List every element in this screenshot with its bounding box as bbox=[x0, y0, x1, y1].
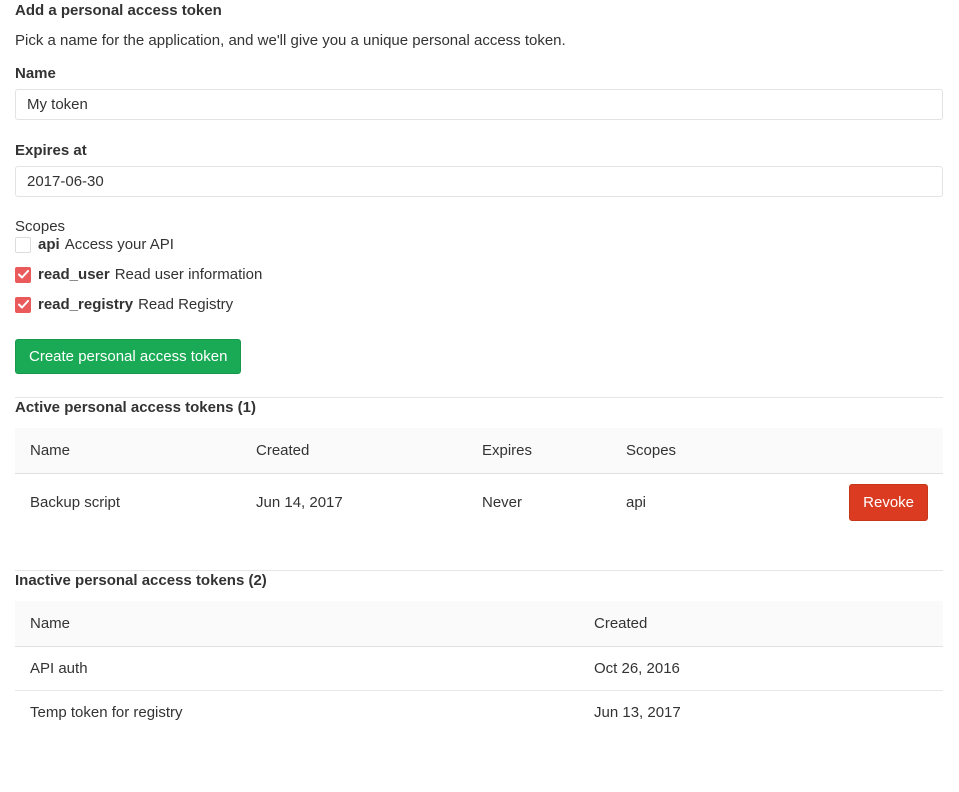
scope-read_registry-description: Read Registry bbox=[138, 295, 233, 314]
column-header-actions bbox=[766, 428, 943, 474]
token-name-cell: Temp token for registry bbox=[15, 691, 579, 735]
create-token-button[interactable]: Create personal access token bbox=[15, 339, 241, 374]
personal-access-tokens-page: Add a personal access token Pick a name … bbox=[15, 0, 943, 734]
active-tokens-table: Name Created Expires Scopes Backup scrip… bbox=[15, 428, 943, 531]
token-expires-cell: Never bbox=[467, 474, 611, 532]
check-icon bbox=[18, 300, 29, 309]
token-name-cell: Backup script bbox=[15, 474, 241, 532]
column-header-expires: Expires bbox=[467, 428, 611, 474]
scopes-label: Scopes bbox=[15, 218, 65, 235]
scope-read_user-checkbox[interactable] bbox=[15, 267, 31, 283]
table-row: API auth Oct 26, 2016 bbox=[15, 647, 943, 691]
scope-row-read_registry[interactable]: read_registry Read Registry bbox=[15, 295, 943, 314]
scope-read_user-name: read_user bbox=[38, 265, 110, 284]
column-header-scopes: Scopes bbox=[611, 428, 766, 474]
expires-at-input[interactable] bbox=[15, 166, 943, 197]
scope-read_registry-checkbox[interactable] bbox=[15, 297, 31, 313]
scope-api-checkbox[interactable] bbox=[15, 237, 31, 253]
table-row: Backup script Jun 14, 2017 Never api Rev… bbox=[15, 474, 943, 532]
inactive-tokens-table: Name Created API auth Oct 26, 2016 Temp … bbox=[15, 601, 943, 734]
column-header-created: Created bbox=[579, 601, 943, 647]
token-created-cell: Oct 26, 2016 bbox=[579, 647, 943, 691]
revoke-button[interactable]: Revoke bbox=[849, 484, 928, 521]
scope-api-description: Access your API bbox=[65, 235, 174, 254]
scope-read_user-description: Read user information bbox=[115, 265, 263, 284]
scope-row-read_user[interactable]: read_user Read user information bbox=[15, 265, 943, 284]
active-tokens-header-row: Name Created Expires Scopes bbox=[15, 428, 943, 474]
active-tokens-section: Active personal access tokens (1) Name C… bbox=[15, 398, 943, 531]
scopes-group: Scopes api Access your API read_user Rea… bbox=[15, 218, 943, 314]
column-header-created: Created bbox=[241, 428, 467, 474]
expires-at-label: Expires at bbox=[15, 141, 943, 160]
token-created-cell: Jun 13, 2017 bbox=[579, 691, 943, 735]
add-token-description: Pick a name for the application, and we'… bbox=[15, 31, 943, 50]
inactive-tokens-title: Inactive personal access tokens (2) bbox=[15, 571, 943, 590]
name-form-group: Name bbox=[15, 64, 943, 120]
expires-form-group: Expires at bbox=[15, 141, 943, 197]
scope-api-name: api bbox=[38, 235, 60, 254]
column-header-name: Name bbox=[15, 601, 579, 647]
inactive-tokens-header-row: Name Created bbox=[15, 601, 943, 647]
column-header-name: Name bbox=[15, 428, 241, 474]
scope-row-api[interactable]: api Access your API bbox=[15, 235, 943, 254]
token-scopes-cell: api bbox=[611, 474, 766, 532]
inactive-tokens-section: Inactive personal access tokens (2) Name… bbox=[15, 571, 943, 734]
table-row: Temp token for registry Jun 13, 2017 bbox=[15, 691, 943, 735]
scope-read_registry-name: read_registry bbox=[38, 295, 133, 314]
token-created-cell: Jun 14, 2017 bbox=[241, 474, 467, 532]
active-tokens-title: Active personal access tokens (1) bbox=[15, 398, 943, 417]
add-token-title: Add a personal access token bbox=[15, 1, 943, 20]
check-icon bbox=[18, 270, 29, 279]
token-name-input[interactable] bbox=[15, 89, 943, 120]
name-label: Name bbox=[15, 64, 943, 83]
token-name-cell: API auth bbox=[15, 647, 579, 691]
